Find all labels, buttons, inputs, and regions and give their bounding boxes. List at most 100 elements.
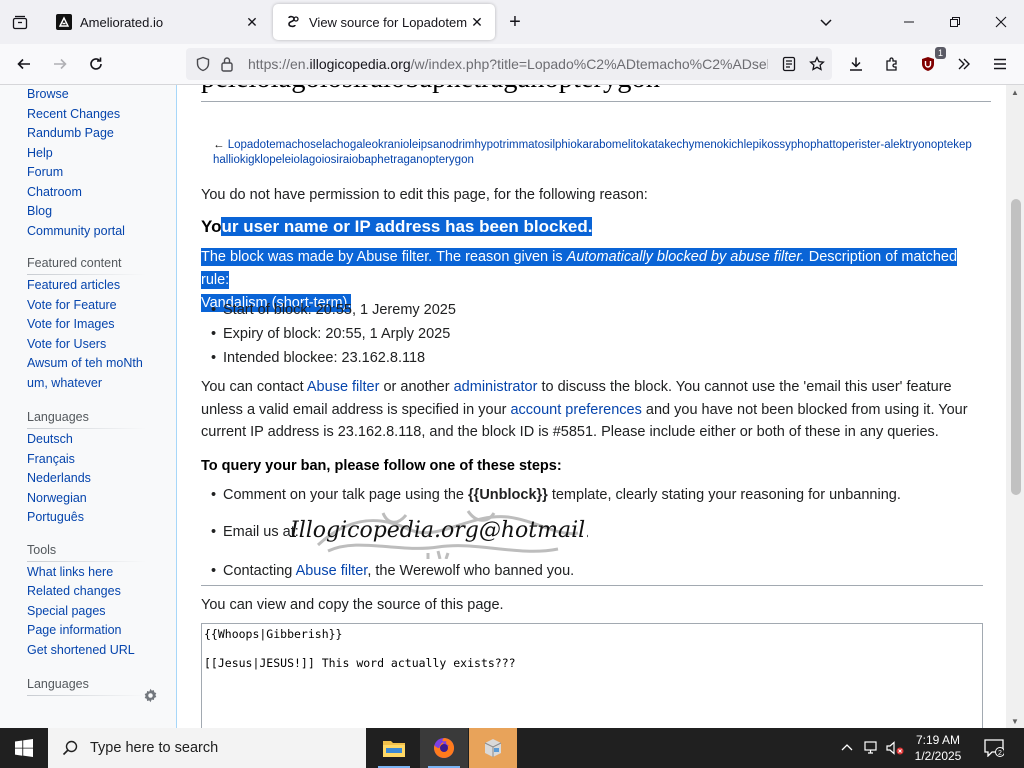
abuse-filter-link-2[interactable]: Abuse filter (296, 563, 368, 579)
sidebar-link-forum[interactable]: Forum (0, 163, 176, 183)
ublock-origin-icon[interactable]: 1 (914, 47, 946, 78)
sidebar-link-blog[interactable]: Blog (0, 202, 176, 222)
source-textarea[interactable]: {{Whoops|Gibberish}} [[Jesus|JESUS!]] Thi… (201, 623, 983, 728)
sidebar-link-featured-articles[interactable]: Featured articles (0, 276, 176, 296)
account-preferences-link[interactable]: account preferences (510, 402, 641, 418)
close-tab-icon[interactable]: ✕ (467, 12, 487, 32)
minimize-icon[interactable] (886, 0, 932, 44)
page-content: peleiolagoiosiraiobaphetraganopterygon ←… (178, 85, 1006, 728)
url-text[interactable]: https://en.illogicopedia.org/w/index.php… (248, 56, 768, 72)
notification-count: 2 (998, 750, 1002, 757)
sidebar-link-vote-for-feature[interactable]: Vote for Feature (0, 296, 176, 316)
package-app-icon[interactable] (469, 728, 517, 768)
administrator-link[interactable]: administrator (454, 379, 538, 395)
sidebar-link-recent-changes[interactable]: Recent Changes (0, 105, 176, 125)
sidebar-link-what-links-here[interactable]: What links here (0, 563, 176, 583)
sidebar-link-community-portal[interactable]: Community portal (0, 222, 176, 242)
sidebar-link-help[interactable]: Help (0, 144, 176, 164)
network-icon[interactable] (860, 728, 882, 768)
illogicopedia-favicon-icon (285, 14, 301, 30)
sidebar-link-related-changes[interactable]: Related changes (0, 582, 176, 602)
tab-view-source[interactable]: View source for Lopadotemach ✕ (273, 4, 495, 40)
close-tab-icon[interactable]: ✕ (242, 12, 262, 32)
sidebar-link-norwegian[interactable]: Norwegian (0, 489, 176, 509)
downloads-icon[interactable] (842, 50, 870, 78)
bookmark-star-icon[interactable] (806, 53, 828, 75)
extensions-icon[interactable] (878, 50, 906, 78)
sidebar-link-vote-for-users[interactable]: Vote for Users (0, 335, 176, 355)
sidebar-link-francais[interactable]: Français (0, 450, 176, 470)
back-arrow-icon[interactable] (10, 50, 38, 78)
list-item: Start of block: 20:55, 1 Jeremy 2025 (211, 298, 456, 322)
firefox-icon[interactable] (420, 728, 468, 768)
shield-icon[interactable] (192, 53, 214, 75)
forward-arrow-icon[interactable] (46, 50, 74, 78)
taskbar-clock[interactable]: 7:19 AM 1/2/2025 (904, 732, 972, 764)
list-item: Intended blockee: 23.162.8.118 (211, 346, 456, 370)
sidebar-link-random-page[interactable]: Randumb Page (0, 124, 176, 144)
sidebar-link-nederlands[interactable]: Nederlands (0, 469, 176, 489)
email-image-text: Illogicopedia.org@hotmail.co.uk (289, 518, 588, 543)
navigation-group: Browse Recent Changes Randumb Page Help … (0, 85, 176, 241)
address-bar[interactable]: https://en.illogicopedia.org/w/index.php… (186, 48, 832, 80)
restore-icon[interactable] (932, 0, 978, 44)
page-scrollbar[interactable]: ▲ ▼ (1006, 85, 1024, 728)
search-icon (60, 738, 80, 758)
list-item: Contacting Abuse filter, the Werewolf wh… (211, 559, 901, 583)
hamburger-menu-icon[interactable] (986, 50, 1014, 78)
sidebar-link-get-shortened-url[interactable]: Get shortened URL (0, 641, 176, 661)
sidebar-link-page-information[interactable]: Page information (0, 621, 176, 641)
permission-text: You do not have permission to edit this … (201, 187, 648, 203)
query-heading: To query your ban, please follow one of … (201, 458, 562, 474)
scroll-down-arrow-icon[interactable]: ▼ (1006, 714, 1024, 728)
more-tools-chevron-icon[interactable] (950, 50, 978, 78)
sidebar-link-vote-for-images[interactable]: Vote for Images (0, 315, 176, 335)
sidebar-link-awsum-of-teh-month[interactable]: Awsum of teh moNth (0, 354, 176, 374)
sidebar-link-portugues[interactable]: Português (0, 508, 176, 528)
sidebar-link-special-pages[interactable]: Special pages (0, 602, 176, 622)
source-line: {{Whoops|Gibberish}} (204, 627, 343, 641)
list-item: Comment on your talk page using the {{Un… (211, 483, 901, 507)
extension-badge: 1 (934, 47, 946, 59)
sidebar-link-browse[interactable]: Browse (0, 85, 176, 105)
sidebar-link-deutsch[interactable]: Deutsch (0, 430, 176, 450)
notifications-icon[interactable]: 2 (980, 728, 1008, 768)
list-item: Expiry of block: 20:55, 1 Arply 2025 (211, 322, 456, 346)
backlink-to-article[interactable]: Lopadotemachoselachogaleokranioleipsanod… (213, 139, 972, 166)
windows-taskbar: Type here to search 7:19 AM 1/2/2025 2 (0, 728, 1024, 768)
sidebar-heading-languages: Languages (0, 407, 176, 429)
search-placeholder: Type here to search (90, 740, 219, 756)
featured-group: Featured articles Vote for Feature Vote … (0, 276, 176, 393)
sidebar-heading-featured: Featured content (0, 253, 176, 275)
windows-start-icon[interactable] (0, 728, 48, 768)
show-hidden-icons-chevron-icon[interactable] (838, 728, 856, 768)
sidebar-link-um-whatever[interactable]: um, whatever (0, 374, 176, 394)
close-window-icon[interactable] (978, 0, 1024, 44)
scrollbar-thumb[interactable] (1011, 199, 1021, 495)
wiki-sidebar: Browse Recent Changes Randumb Page Help … (0, 85, 177, 728)
ameliorated-favicon-icon (56, 14, 72, 30)
tab-ameliorated[interactable]: Ameliorated.io ✕ (44, 4, 270, 40)
lock-icon[interactable] (216, 53, 238, 75)
view-source-text: You can view and copy the source of this… (201, 597, 504, 613)
tab-bar: Ameliorated.io ✕ View source for Lopadot… (0, 0, 1024, 44)
list-all-tabs-icon[interactable] (814, 10, 838, 34)
clock-date: 1/2/2025 (914, 749, 962, 763)
scroll-up-arrow-icon[interactable]: ▲ (1006, 85, 1024, 99)
sidebar-link-chatroom[interactable]: Chatroom (0, 183, 176, 203)
contact-paragraph: You can contact Abuse filter or another … (201, 379, 968, 440)
email-address-image: Illogicopedia.org@hotmail.co.uk (289, 510, 588, 559)
screen: Ameliorated.io ✕ View source for Lopadot… (0, 0, 1024, 768)
file-explorer-icon[interactable] (370, 728, 418, 768)
volume-muted-icon[interactable] (884, 728, 906, 768)
new-tab-icon[interactable]: + (503, 10, 527, 34)
reader-view-icon[interactable] (778, 53, 800, 75)
reload-icon[interactable] (82, 50, 110, 78)
abuse-filter-link[interactable]: Abuse filter (307, 379, 380, 395)
tab-list-icon[interactable] (6, 8, 34, 36)
backlink: ← Lopadotemachoselachogaleokranioleipsan… (213, 139, 972, 166)
page-title: peleiolagoiosiraiobaphetraganopterygon (201, 85, 991, 102)
taskbar-search-box[interactable]: Type here to search (48, 728, 366, 768)
language-settings-gear-icon[interactable] (142, 687, 158, 703)
block-details-list: Start of block: 20:55, 1 Jeremy 2025 Exp… (211, 298, 456, 370)
